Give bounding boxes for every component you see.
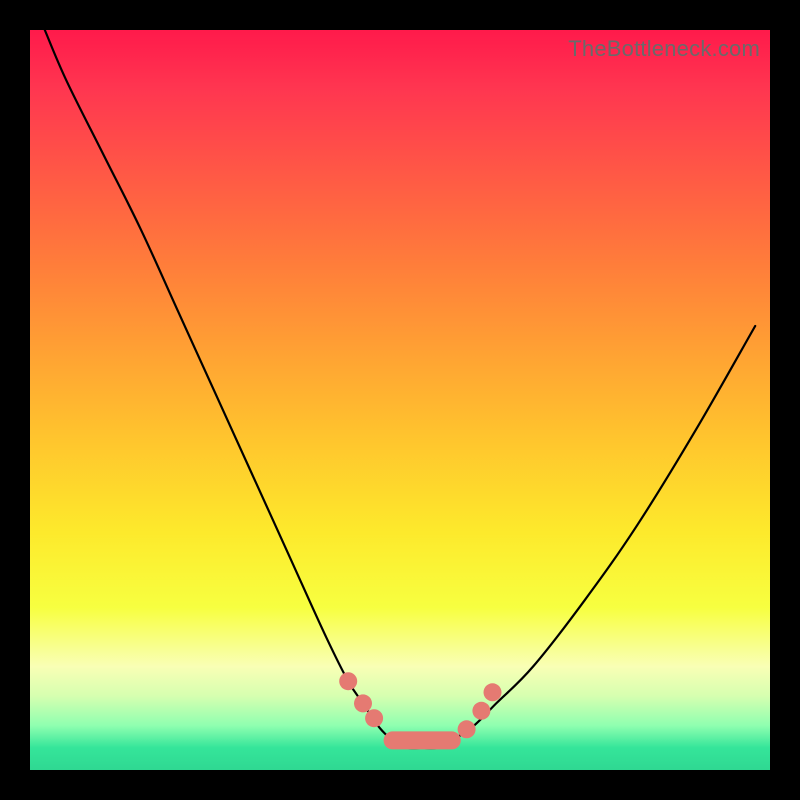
marker-pill xyxy=(384,731,461,749)
marker-dot xyxy=(458,720,476,738)
marker-dot xyxy=(472,702,490,720)
bottleneck-curve xyxy=(30,30,770,770)
chart-plot-area: TheBottleneck.com xyxy=(30,30,770,770)
chart-frame: TheBottleneck.com xyxy=(0,0,800,800)
marker-dot xyxy=(365,709,383,727)
marker-dot xyxy=(339,672,357,690)
marker-dot xyxy=(484,683,502,701)
marker-dot xyxy=(354,694,372,712)
highlight-markers xyxy=(339,672,501,749)
